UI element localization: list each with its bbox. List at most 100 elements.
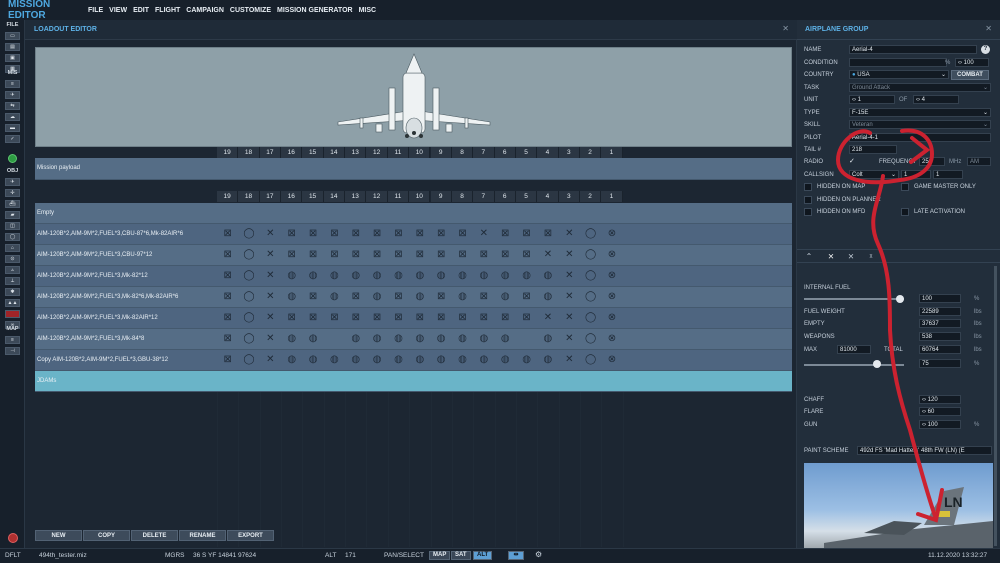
scrollbar[interactable] bbox=[994, 266, 997, 546]
plane-icon[interactable]: ✈ bbox=[5, 91, 20, 99]
weapon-station-icon[interactable] bbox=[585, 228, 597, 240]
weapon-station-icon[interactable] bbox=[435, 354, 447, 366]
weapon-station-icon[interactable] bbox=[606, 291, 618, 303]
add-zone-icon[interactable]: ◯ bbox=[5, 233, 20, 241]
weapon-station-icon[interactable] bbox=[243, 228, 255, 240]
weapon-station-icon[interactable] bbox=[350, 270, 362, 282]
weapon-station-icon[interactable] bbox=[286, 354, 298, 366]
weapon-station-icon[interactable] bbox=[414, 291, 426, 303]
weapon-station-icon[interactable] bbox=[457, 312, 469, 324]
type-select[interactable]: F-15E ⌄ bbox=[849, 108, 991, 117]
weapon-station-icon[interactable] bbox=[307, 228, 319, 240]
weapon-station-icon[interactable] bbox=[478, 291, 490, 303]
weapon-station-icon[interactable] bbox=[392, 228, 404, 240]
weapon-station-icon[interactable] bbox=[222, 333, 234, 345]
paint-scheme-select[interactable]: 492d FS 'Mad Hatters' 48th FW (LN) (E bbox=[857, 446, 992, 455]
weapon-station-icon[interactable] bbox=[499, 228, 511, 240]
weapon-station-icon[interactable] bbox=[264, 249, 276, 261]
weapon-station-icon[interactable] bbox=[457, 354, 469, 366]
weapon-station-icon[interactable] bbox=[585, 333, 597, 345]
payload-row[interactable]: Empty bbox=[35, 203, 792, 224]
measure-icon[interactable]: ⟂ bbox=[5, 277, 20, 285]
weapon-station-icon[interactable] bbox=[243, 249, 255, 261]
weapon-station-icon[interactable] bbox=[478, 249, 490, 261]
map-filter-icon[interactable]: ⊣ bbox=[5, 347, 20, 355]
weapon-station-icon[interactable] bbox=[585, 354, 597, 366]
briefing-icon[interactable]: ≡ bbox=[5, 80, 20, 88]
callsign-number-1[interactable]: 1 bbox=[901, 170, 931, 179]
name-input[interactable]: Aerial-4 bbox=[849, 45, 977, 54]
save-file-icon[interactable]: ▣ bbox=[5, 54, 20, 62]
weapon-station-icon[interactable] bbox=[350, 249, 362, 261]
weapon-station-icon[interactable] bbox=[563, 333, 575, 345]
country-select[interactable]: ● USA ⌄ bbox=[849, 70, 949, 79]
map-layers-icon[interactable]: ≡ bbox=[5, 336, 20, 344]
weapon-station-icon[interactable] bbox=[499, 291, 511, 303]
weapon-station-icon[interactable] bbox=[435, 228, 447, 240]
add-static-icon[interactable]: ◫ bbox=[5, 222, 20, 230]
weapon-station-icon[interactable] bbox=[371, 270, 383, 282]
weapon-station-icon[interactable] bbox=[521, 312, 533, 324]
alt-view-button[interactable]: ALT bbox=[473, 551, 493, 560]
weapon-station-icon[interactable] bbox=[222, 312, 234, 324]
weapon-station-icon[interactable] bbox=[307, 333, 319, 345]
weapon-station-icon[interactable] bbox=[264, 312, 276, 324]
rename-button[interactable]: RENAME bbox=[179, 530, 226, 541]
weapon-station-icon[interactable] bbox=[350, 333, 362, 345]
callsign-number-2[interactable]: 1 bbox=[933, 170, 963, 179]
skill-select[interactable]: Veteran ⌄ bbox=[849, 120, 991, 129]
weapon-station-icon[interactable] bbox=[371, 312, 383, 324]
delete-button[interactable]: DELETE bbox=[131, 530, 178, 541]
gun-stepper[interactable]: ‹› 100 bbox=[919, 420, 961, 429]
weapon-station-icon[interactable] bbox=[243, 291, 255, 303]
weapon-station-icon[interactable] bbox=[478, 312, 490, 324]
weapon-station-icon[interactable] bbox=[414, 228, 426, 240]
stepper-icon[interactable]: ‹› bbox=[852, 97, 856, 103]
weapon-station-icon[interactable] bbox=[286, 249, 298, 261]
failures-tab-icon[interactable]: ᵡ bbox=[865, 252, 877, 262]
late-activation-checkbox[interactable] bbox=[901, 208, 909, 216]
mission-payload-row[interactable]: Mission payload bbox=[35, 158, 792, 180]
weapon-station-icon[interactable] bbox=[435, 312, 447, 324]
stepper-icon[interactable]: ‹› bbox=[922, 409, 926, 415]
weather-icon[interactable]: ☁ bbox=[5, 113, 20, 121]
menu-file[interactable]: FILE bbox=[88, 7, 103, 14]
weapon-station-icon[interactable] bbox=[307, 291, 319, 303]
weapon-station-icon[interactable] bbox=[521, 270, 533, 282]
menu-mission-generator[interactable]: MISSION GENERATOR bbox=[277, 7, 353, 14]
weapon-station-icon[interactable] bbox=[606, 270, 618, 282]
internal-fuel-input[interactable]: 100 bbox=[919, 294, 961, 303]
menu-customize[interactable]: CUSTOMIZE bbox=[230, 7, 271, 14]
weapon-station-icon[interactable] bbox=[350, 291, 362, 303]
frequency-input[interactable]: 251 bbox=[919, 157, 945, 166]
weapon-station-icon[interactable] bbox=[457, 249, 469, 261]
combat-button[interactable]: COMBAT bbox=[951, 70, 989, 80]
menu-flight[interactable]: FLIGHT bbox=[155, 7, 180, 14]
weapon-station-icon[interactable] bbox=[563, 354, 575, 366]
new-button[interactable]: NEW bbox=[35, 530, 82, 541]
weapon-station-icon[interactable] bbox=[563, 312, 575, 324]
weapon-station-icon[interactable] bbox=[328, 354, 340, 366]
task-select[interactable]: Ground Attack ⌄ bbox=[849, 83, 991, 92]
weapon-station-icon[interactable] bbox=[264, 333, 276, 345]
weapon-station-icon[interactable] bbox=[286, 270, 298, 282]
export-button[interactable]: EXPORT bbox=[227, 530, 274, 541]
weapon-station-icon[interactable] bbox=[307, 312, 319, 324]
weapon-station-icon[interactable] bbox=[264, 228, 276, 240]
add-vehicle-icon[interactable]: ▰ bbox=[5, 211, 20, 219]
weapon-station-icon[interactable] bbox=[286, 228, 298, 240]
weapon-station-icon[interactable] bbox=[457, 228, 469, 240]
add-farp-icon[interactable]: ⊙ bbox=[5, 255, 20, 263]
condition-bar[interactable] bbox=[849, 58, 947, 67]
weapon-station-icon[interactable] bbox=[521, 228, 533, 240]
callsign-select[interactable]: Colt ⌄ bbox=[849, 170, 899, 179]
menu-edit[interactable]: EDIT bbox=[133, 7, 149, 14]
weapon-station-icon[interactable] bbox=[563, 270, 575, 282]
weapon-station-icon[interactable] bbox=[264, 270, 276, 282]
close-icon[interactable]: ✕ bbox=[985, 24, 992, 33]
weapon-station-icon[interactable] bbox=[521, 249, 533, 261]
weapon-station-icon[interactable] bbox=[222, 249, 234, 261]
fly-mission-icon[interactable] bbox=[8, 154, 17, 163]
weapon-station-icon[interactable] bbox=[585, 291, 597, 303]
settings-icon[interactable]: ⚙ bbox=[535, 550, 542, 559]
